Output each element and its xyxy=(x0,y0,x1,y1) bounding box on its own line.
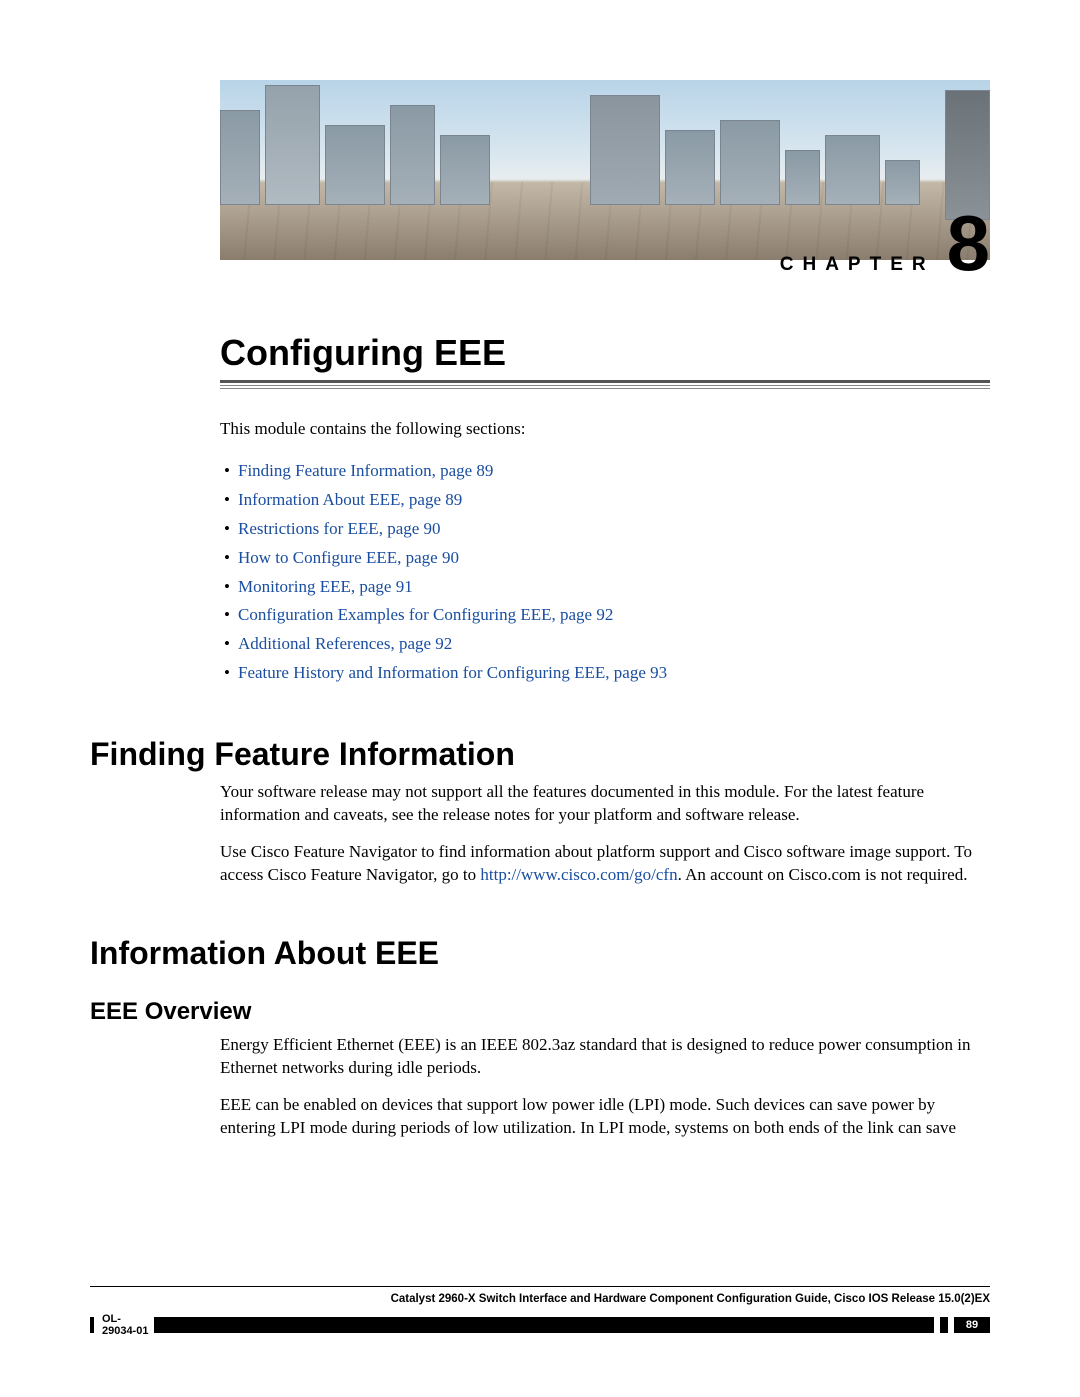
title-rule-thin xyxy=(220,385,990,386)
body-text: Energy Efficient Ethernet (EEE) is an IE… xyxy=(220,1034,990,1080)
footer-tick-icon xyxy=(90,1317,94,1333)
page-footer: Catalyst 2960-X Switch Interface and Har… xyxy=(90,1286,990,1337)
footer-bar xyxy=(154,1317,934,1333)
body-text: Your software release may not support al… xyxy=(220,781,990,827)
title-rule xyxy=(220,380,990,383)
toc-link[interactable]: Information About EEE, page 89 xyxy=(238,490,462,509)
cfn-link[interactable]: http://www.cisco.com/go/cfn xyxy=(480,865,677,884)
footer-bar-short xyxy=(940,1317,948,1333)
footer-doc-title: Catalyst 2960-X Switch Interface and Har… xyxy=(90,1293,990,1305)
toc-link[interactable]: How to Configure EEE, page 90 xyxy=(238,548,459,567)
toc-link[interactable]: Configuration Examples for Configuring E… xyxy=(238,605,613,624)
chapter-label: CHAPTER xyxy=(780,254,935,276)
toc-link[interactable]: Restrictions for EEE, page 90 xyxy=(238,519,441,538)
section-heading-ffi: Finding Feature Information xyxy=(90,736,990,773)
body-text: EEE can be enabled on devices that suppo… xyxy=(220,1094,990,1140)
body-text-fragment: . An account on Cisco.com is not require… xyxy=(678,865,968,884)
section-heading-iae: Information About EEE xyxy=(90,935,990,972)
toc-list: Finding Feature Information, page 89 Inf… xyxy=(220,457,990,688)
title-rule-thin2 xyxy=(220,388,990,389)
toc-link[interactable]: Additional References, page 92 xyxy=(238,634,452,653)
chapter-banner-image xyxy=(220,80,990,260)
toc-link[interactable]: Finding Feature Information, page 89 xyxy=(238,461,493,480)
toc-link[interactable]: Feature History and Information for Conf… xyxy=(238,663,667,682)
page-title: Configuring EEE xyxy=(220,332,990,374)
toc-link[interactable]: Monitoring EEE, page 91 xyxy=(238,577,413,596)
intro-text: This module contains the following secti… xyxy=(220,419,990,439)
chapter-number: 8 xyxy=(947,216,990,271)
subsection-heading-overview: EEE Overview xyxy=(90,998,990,1026)
body-text: Use Cisco Feature Navigator to find info… xyxy=(220,841,990,887)
footer-doc-number: OL-29034-01 xyxy=(102,1313,154,1337)
page-number: 89 xyxy=(954,1317,990,1333)
